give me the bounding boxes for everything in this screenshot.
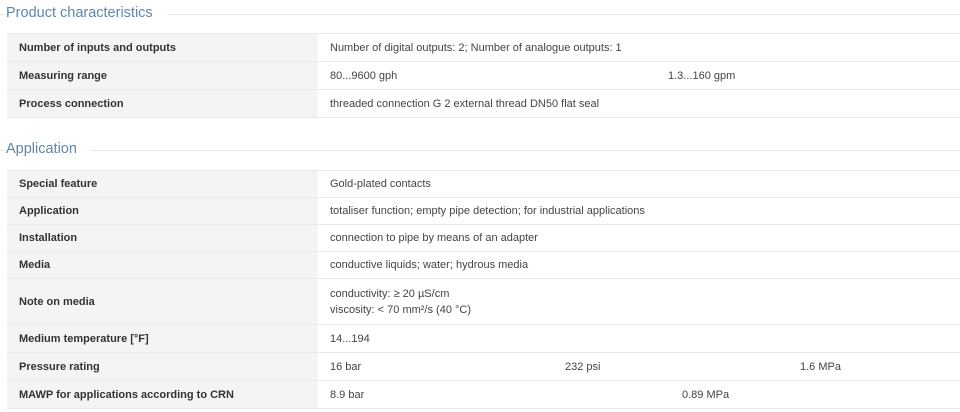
table-row: Special feature Gold-plated contacts — [7, 170, 960, 198]
value-part: 8.9 bar — [330, 388, 365, 401]
row-label: Media — [7, 251, 318, 279]
value-part: 1.3...160 gpm — [668, 69, 736, 82]
value-part: 0.89 MPa — [682, 388, 730, 401]
table-row: Media conductive liquids; water; hydrous… — [7, 251, 960, 279]
table-row: Note on media conductivity: ≥ 20 µS/cm v… — [7, 278, 960, 325]
row-label: Application — [7, 197, 318, 225]
value-part: 1.6 MPa — [800, 360, 841, 373]
row-value: 80...9600 gph 1.3...160 gpm — [318, 61, 960, 90]
section-title: Product characteristics — [6, 5, 167, 21]
section-header-product-characteristics: Product characteristics — [0, 0, 960, 30]
table-row: MAWP for applications according to CRN 8… — [7, 380, 960, 409]
row-label: Medium temperature [°F] — [7, 324, 318, 353]
row-value: 16 bar 232 psi 1.6 MPa — [318, 352, 960, 381]
table-row: Pressure rating 16 bar 232 psi 1.6 MPa — [7, 352, 960, 381]
row-label: Special feature — [7, 170, 318, 198]
table-row: Medium temperature [°F] 14...194 — [7, 324, 960, 353]
row-value: 14...194 — [318, 324, 960, 353]
row-label: Installation — [7, 224, 318, 252]
row-value: Number of digital outputs: 2; Number of … — [318, 33, 960, 62]
row-value: conductivity: ≥ 20 µS/cm viscosity: < 70… — [318, 278, 960, 325]
row-label: MAWP for applications according to CRN — [7, 380, 318, 409]
row-value: totaliser function; empty pipe detection… — [318, 197, 960, 225]
table-row: Installation connection to pipe by means… — [7, 224, 960, 252]
value-part: 232 psi — [565, 360, 601, 373]
row-value: Gold-plated contacts — [318, 170, 960, 198]
section-title: Application — [6, 141, 91, 157]
value-line: viscosity: < 70 mm²/s (40 °C) — [330, 303, 472, 316]
section-header-application: Application — [0, 136, 960, 166]
table-row: Application totaliser function; empty pi… — [7, 197, 960, 225]
row-value: conductive liquids; water; hydrous media — [318, 251, 960, 279]
row-label: Note on media — [7, 278, 318, 325]
value-line: conductivity: ≥ 20 µS/cm — [330, 287, 450, 300]
application-table: Special feature Gold-plated contacts App… — [7, 170, 960, 409]
row-value: threaded connection G 2 external thread … — [318, 89, 960, 118]
product-characteristics-table: Number of inputs and outputs Number of d… — [7, 33, 960, 118]
row-value: 8.9 bar 0.89 MPa — [318, 380, 960, 409]
row-label: Process connection — [7, 89, 318, 118]
section-divider — [0, 150, 960, 151]
row-value: connection to pipe by means of an adapte… — [318, 224, 960, 252]
table-row: Number of inputs and outputs Number of d… — [7, 33, 960, 62]
table-row: Measuring range 80...9600 gph 1.3...160 … — [7, 61, 960, 90]
value-part: 80...9600 gph — [330, 69, 398, 82]
row-label: Pressure rating — [7, 352, 318, 381]
value-part: 16 bar — [330, 360, 362, 373]
table-row: Process connection threaded connection G… — [7, 89, 960, 118]
row-label: Number of inputs and outputs — [7, 33, 318, 62]
row-label: Measuring range — [7, 61, 318, 90]
